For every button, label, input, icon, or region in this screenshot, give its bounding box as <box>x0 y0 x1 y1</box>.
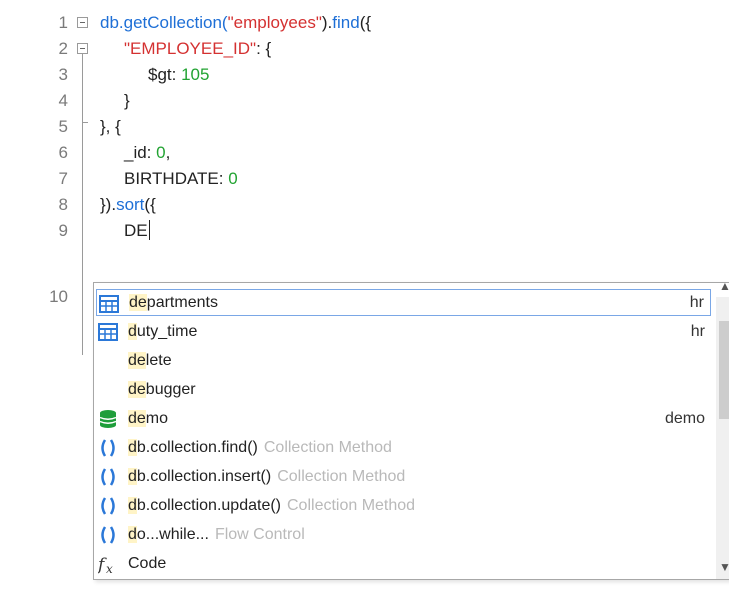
fold-end-marker <box>82 122 88 123</box>
autocomplete-item[interactable]: departments hr <box>96 289 711 316</box>
code-line-1: db.getCollection("employees").find({ <box>100 13 372 32</box>
method-icon <box>98 525 118 545</box>
autocomplete-item-label: db.collection.update() Collection Method <box>128 497 416 514</box>
line-number: 9 <box>58 221 68 240</box>
autocomplete-item[interactable]: duty_time hr <box>96 318 711 345</box>
autocomplete-item-source: hr <box>689 294 704 311</box>
table-icon <box>99 294 119 314</box>
autocomplete-item-source: hr <box>690 323 705 340</box>
autocomplete-item-label: db.collection.find() Collection Method <box>128 439 392 456</box>
autocomplete-item[interactable]: f x Code <box>96 550 711 577</box>
autocomplete-item-hint: Collection Method <box>287 497 416 514</box>
autocomplete-item-label: Code <box>128 555 167 572</box>
scrollbar-thumb[interactable] <box>719 321 729 419</box>
method-icon <box>98 467 118 487</box>
line-number: 5 <box>58 117 68 136</box>
autocomplete-item[interactable]: db.collection.insert() Collection Method <box>96 463 711 490</box>
autocomplete-item-label: db.collection.insert() Collection Method <box>128 468 406 485</box>
fold-toggle-icon[interactable] <box>77 43 88 54</box>
code-line-4: } <box>124 91 130 110</box>
autocomplete-item-label: duty_time <box>128 323 198 340</box>
code-line-3: $gt: 105 <box>148 65 210 84</box>
autocomplete-item-source: demo <box>664 410 705 427</box>
code-line-8: }).sort({ <box>100 195 156 214</box>
autocomplete-item-hint: Flow Control <box>214 526 305 543</box>
autocomplete-popup[interactable]: departments hr duty_time hr delete debugger de… <box>93 279 729 580</box>
line-number: 8 <box>58 195 68 214</box>
function-icon: fx <box>96 554 118 576</box>
scroll-up-icon[interactable]: ▲ <box>719 279 729 293</box>
text-cursor <box>148 220 150 240</box>
autocomplete-item-hint: Collection Method <box>277 468 406 485</box>
autocomplete-item[interactable]: delete <box>96 347 711 374</box>
autocomplete-item[interactable]: demo demo <box>96 405 711 432</box>
method-icon <box>98 496 118 516</box>
line-number: 2 <box>58 39 68 58</box>
code-line-7: BIRTHDATE: 0 <box>124 169 238 188</box>
line-number: 3 <box>58 65 68 84</box>
database-icon <box>98 409 118 429</box>
autocomplete-item[interactable]: do...while... Flow Control <box>96 521 711 548</box>
table-icon <box>98 322 118 342</box>
autocomplete-item-label: departments <box>129 294 218 311</box>
autocomplete-item-label: do...while... Flow Control <box>128 526 305 543</box>
code-line-9: DE <box>124 220 150 240</box>
code-line-2: "EMPLOYEE_ID": { <box>124 39 272 58</box>
autocomplete-item[interactable]: db.collection.update() Collection Method <box>96 492 711 519</box>
code-line-6: _id: 0, <box>124 143 171 162</box>
autocomplete-item[interactable]: debugger <box>96 376 711 403</box>
code-line-5: }, { <box>100 117 121 136</box>
line-number: 4 <box>58 91 68 110</box>
autocomplete-item-label: delete <box>128 352 172 369</box>
svg-text:x: x <box>106 562 113 574</box>
fold-gutter <box>77 0 93 355</box>
line-number: 7 <box>58 169 68 188</box>
line-number: 10 <box>49 287 68 306</box>
method-icon <box>98 438 118 458</box>
fold-toggle-icon[interactable] <box>77 17 88 28</box>
autocomplete-item-label: demo <box>128 410 169 427</box>
popup-scrollbar[interactable]: ▲ ▼ <box>716 279 729 579</box>
line-number: 1 <box>58 13 68 32</box>
line-number: 6 <box>58 143 68 162</box>
scroll-down-icon[interactable]: ▼ <box>719 560 729 574</box>
autocomplete-item-label: debugger <box>128 381 196 398</box>
autocomplete-item[interactable]: db.collection.find() Collection Method <box>96 434 711 461</box>
autocomplete-item-hint: Collection Method <box>263 439 392 456</box>
fold-line <box>82 54 83 355</box>
